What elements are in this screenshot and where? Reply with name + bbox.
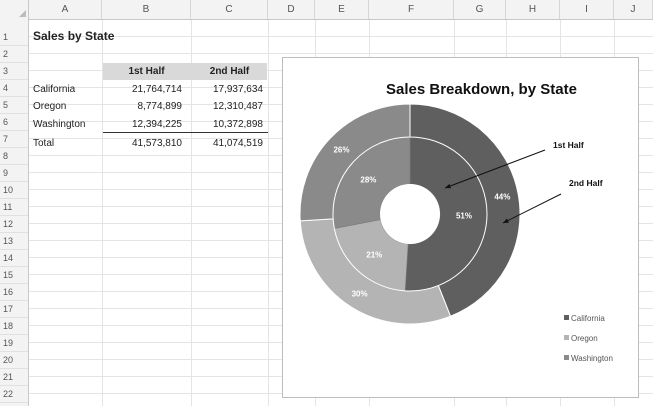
row-header-11[interactable]: 11 [0, 199, 28, 216]
legend-swatch-washington [564, 355, 569, 360]
doughnut-hole [380, 184, 440, 244]
row-label-total[interactable]: Total [33, 135, 54, 152]
row-header-3[interactable]: 3 [0, 63, 28, 80]
row-header-21[interactable]: 21 [0, 369, 28, 386]
row-header-18[interactable]: 18 [0, 318, 28, 335]
column-header-a[interactable]: A [29, 0, 102, 19]
column-header-bar: A B C D E F G H I J [0, 0, 653, 20]
row-header-6[interactable]: 6 [0, 114, 28, 131]
row-header-15[interactable]: 15 [0, 267, 28, 284]
legend-label-washington[interactable]: Washington [571, 354, 613, 363]
row-header-8[interactable]: 8 [0, 148, 28, 165]
row-header-4[interactable]: 4 [0, 80, 28, 97]
total-rule [103, 132, 268, 133]
callout-label-2: 2nd Half [569, 178, 603, 188]
callout-label-1: 1st Half [553, 140, 584, 150]
cell-california-h1[interactable]: 21,764,714 [103, 81, 182, 98]
legend-swatch-california [564, 315, 569, 320]
row-label-california[interactable]: California [33, 81, 75, 98]
legend-label-oregon[interactable]: Oregon [571, 334, 598, 343]
row-header-7[interactable]: 7 [0, 131, 28, 148]
row-header-20[interactable]: 20 [0, 352, 28, 369]
data-label-outer-washington: 26% [333, 146, 349, 155]
row-header-5[interactable]: 5 [0, 97, 28, 114]
cell-oregon-h1[interactable]: 8,774,899 [103, 98, 183, 115]
column-header-f[interactable]: F [369, 0, 454, 19]
legend-label-california[interactable]: California [571, 314, 605, 323]
column-header-c[interactable]: C [191, 0, 268, 19]
column-header-i[interactable]: I [560, 0, 614, 19]
column-header-e[interactable]: E [315, 0, 369, 19]
chart-title[interactable]: Sales Breakdown, by State [386, 81, 577, 98]
row-header-12[interactable]: 12 [0, 216, 28, 233]
row-header-17[interactable]: 17 [0, 301, 28, 318]
column-header-j[interactable]: J [614, 0, 653, 19]
cell-washington-h1[interactable]: 12,394,225 [103, 116, 182, 133]
cell-washington-h2[interactable]: 10,372,898 [192, 116, 263, 133]
row-label-oregon[interactable]: Oregon [33, 98, 66, 115]
row-header-22[interactable]: 22 [0, 386, 28, 403]
column-header-h[interactable]: H [506, 0, 560, 19]
data-label-outer-california: 44% [494, 192, 510, 201]
row-header-2[interactable]: 2 [0, 46, 28, 63]
row-header-16[interactable]: 16 [0, 284, 28, 301]
column-header-g[interactable]: G [454, 0, 506, 19]
data-label-inner-washington: 28% [360, 176, 376, 185]
data-label-inner-california: 51% [456, 212, 472, 221]
column-header-d[interactable]: D [268, 0, 315, 19]
row-header-1[interactable]: 1 [0, 29, 28, 46]
select-all-corner[interactable] [0, 0, 29, 19]
data-label-outer-oregon: 30% [352, 289, 368, 298]
cell-california-h2[interactable]: 17,937,634 [192, 81, 263, 98]
row-header-13[interactable]: 13 [0, 233, 28, 250]
row-header-10[interactable]: 10 [0, 182, 28, 199]
row-header-9[interactable]: 9 [0, 165, 28, 182]
cell-total-h2[interactable]: 41,074,519 [192, 135, 263, 152]
row-label-washington[interactable]: Washington [33, 116, 85, 133]
doughnut-chart[interactable]: Sales Breakdown, by State 51% 21% 28% 44% 30… [282, 57, 639, 398]
header-1st-half[interactable]: 1st Half [103, 63, 190, 80]
data-label-inner-oregon: 21% [366, 251, 382, 260]
row-header-bar: 1 2 3 4 5 6 7 8 9 10 11 12 13 14 15 16 17 18 19 20 21 22 [0, 19, 29, 406]
header-2nd-half[interactable]: 2nd Half [192, 63, 267, 80]
legend-swatch-oregon [564, 335, 569, 340]
chart-canvas: Sales Breakdown, by State 51% 21% 28% 44% 30… [299, 81, 613, 363]
cell-total-h1[interactable]: 41,573,810 [103, 135, 182, 152]
sheet-title[interactable]: Sales by State [33, 28, 114, 45]
row-header-14[interactable]: 14 [0, 250, 28, 267]
row-header-19[interactable]: 19 [0, 335, 28, 352]
column-header-b[interactable]: B [102, 0, 191, 19]
cell-oregon-h2[interactable]: 12,310,487 [192, 98, 263, 115]
